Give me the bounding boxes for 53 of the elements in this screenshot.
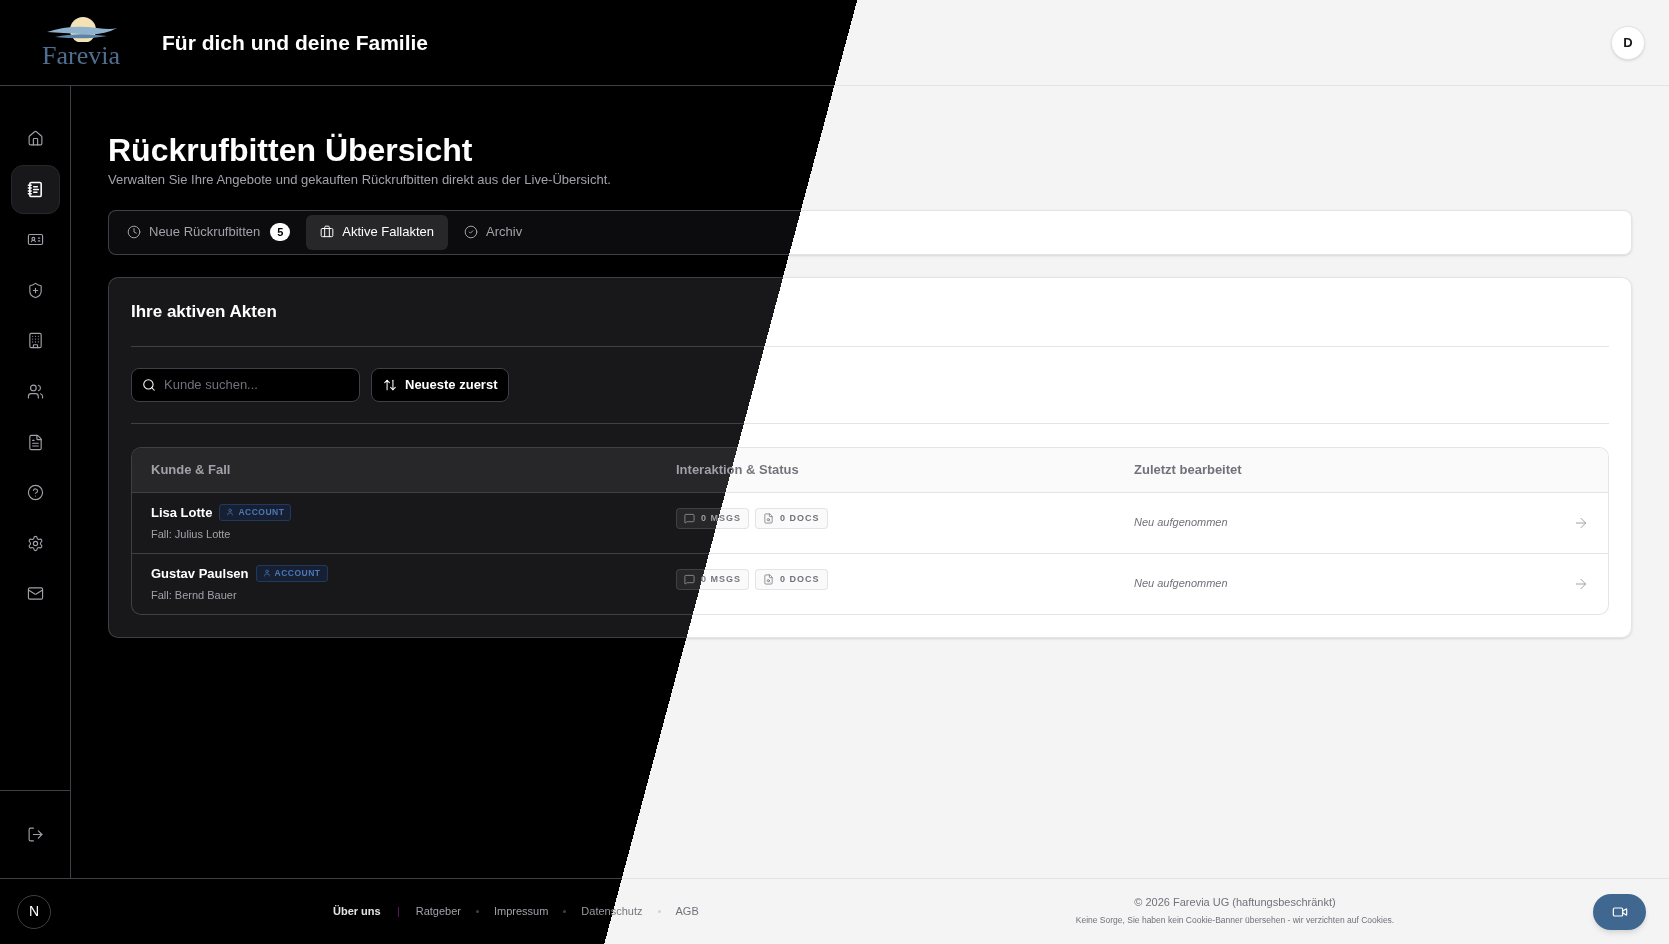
document-icon xyxy=(26,433,44,451)
footer-link[interactable]: AGB xyxy=(675,903,699,920)
building-icon xyxy=(26,332,44,350)
mail-icon xyxy=(26,585,44,603)
tab[interactable]: Neue Rückrufbitten 5 xyxy=(113,214,305,250)
search-field[interactable]: Kunde suchen... xyxy=(131,367,360,402)
last-edited: Neu aufgenommen xyxy=(1134,515,1228,531)
card-title: Ihre aktiven Akten xyxy=(131,300,277,323)
account-badge: ACCOUNT xyxy=(219,503,292,521)
copyright: © 2026 Farevia UG (haftungsbeschränkt) xyxy=(1134,894,1336,910)
shield-plus-icon xyxy=(26,281,44,299)
page-subtitle: Verwalten Sie Ihre Angebote und gekauften Rückrufbitten direkt aus der Live-Übersicht. xyxy=(108,171,611,189)
case-label: Fall: Bernd Bauer xyxy=(151,588,237,603)
messages-chip: 0 MSGS xyxy=(676,569,749,590)
footer-link[interactable]: Über uns xyxy=(333,903,381,920)
documents-chip: 0 DOCS xyxy=(755,569,828,590)
logo-wordmark: Farevia xyxy=(42,41,120,70)
customer-name: Lisa Lotte xyxy=(151,503,213,522)
dev-badge[interactable]: N xyxy=(17,894,51,929)
documents-chip: 0 DOCS xyxy=(755,508,828,529)
briefcase-icon xyxy=(320,225,335,239)
logout-icon xyxy=(26,826,44,843)
cookie-note: Keine Sorge, Sie haben kein Cookie-Banner übersehen - wir verzichten auf Cookies. xyxy=(1075,914,1395,928)
count-badge: 5 xyxy=(270,223,291,241)
search-icon xyxy=(142,377,156,392)
clock-icon xyxy=(127,225,141,239)
file-search-icon xyxy=(763,574,774,585)
customer-name: Gustav Paulsen xyxy=(151,564,249,583)
tab[interactable]: Archiv xyxy=(450,214,537,250)
message-icon xyxy=(684,513,695,524)
message-icon xyxy=(684,574,695,585)
account-badge: ACCOUNT xyxy=(255,564,328,582)
notebook-icon xyxy=(26,180,44,198)
home-icon xyxy=(26,130,44,147)
column-header: Kunde & Fall xyxy=(151,460,231,479)
help-icon xyxy=(26,484,44,502)
tab[interactable]: Aktive Fallakten xyxy=(306,214,449,250)
avatar[interactable]: D xyxy=(1611,25,1645,60)
file-search-icon xyxy=(763,513,774,524)
footer-link[interactable]: Ratgeber xyxy=(415,903,461,920)
page-title: Rückrufbitten Übersicht xyxy=(108,131,473,169)
sidebar-item[interactable] xyxy=(10,164,60,214)
check-circle-icon xyxy=(464,225,479,239)
sort-button[interactable]: Neueste zuerst xyxy=(371,367,510,402)
video-call-button[interactable] xyxy=(1593,893,1646,930)
last-edited: Neu aufgenommen xyxy=(1134,576,1228,592)
footer-link[interactable]: Impressum xyxy=(493,903,549,920)
users-icon xyxy=(26,382,44,400)
settings-icon xyxy=(26,534,44,552)
case-label: Fall: Julius Lotte xyxy=(151,527,231,542)
tagline: Für dich und deine Familie xyxy=(162,29,429,56)
column-header: Zuletzt bearbeitet xyxy=(1134,460,1242,479)
sort-arrows-icon xyxy=(383,377,397,392)
